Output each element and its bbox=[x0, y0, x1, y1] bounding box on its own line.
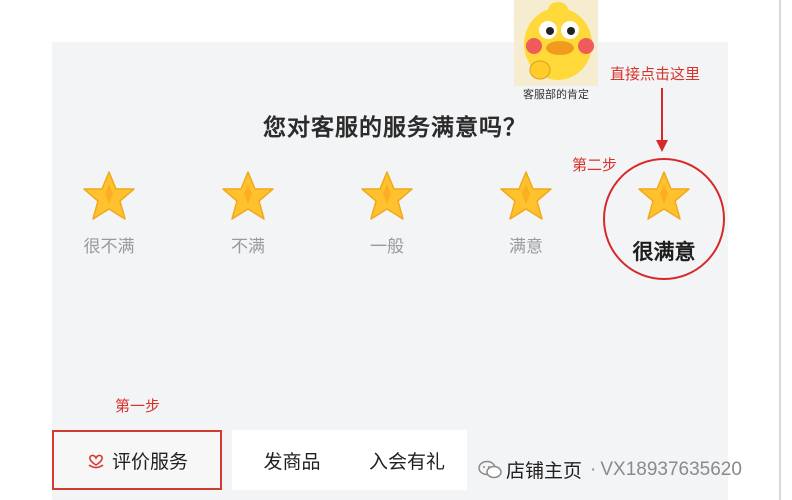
down-arrow-icon bbox=[652, 88, 672, 159]
sticker-caption: 客服部的肯定 bbox=[523, 89, 589, 101]
click-here-note: 直接点击这里 bbox=[610, 66, 701, 83]
tab-label: 入会有礼 bbox=[368, 451, 445, 473]
star-icon bbox=[222, 171, 274, 220]
rating-option-neutral[interactable]: 一般 bbox=[347, 170, 427, 257]
tab-label: 发商品 bbox=[263, 451, 321, 473]
rating-option-satisfied[interactable]: 满意 bbox=[486, 170, 566, 257]
watermark-separator: · bbox=[590, 458, 597, 480]
star-icon bbox=[361, 171, 413, 220]
edge-divider bbox=[779, 0, 781, 500]
step-two-note: 第二步 bbox=[572, 157, 618, 174]
tab-rate-service[interactable]: 评价服务 bbox=[52, 430, 222, 490]
watermark-text: VX18937635620 bbox=[600, 458, 742, 480]
heart-hand-icon bbox=[86, 450, 106, 470]
wechat-icon bbox=[478, 460, 502, 480]
tab-membership-gift[interactable]: 入会有礼 bbox=[347, 430, 467, 490]
star-icon bbox=[83, 171, 135, 220]
tab-store-home[interactable]: 店铺主页 bbox=[506, 456, 582, 483]
tab-label: 评价服务 bbox=[111, 451, 188, 473]
star-icon bbox=[500, 171, 552, 220]
rating-option-very-dissatisfied[interactable]: 很不满 bbox=[69, 170, 149, 257]
tab-post-product[interactable]: 发商品 bbox=[232, 430, 352, 490]
step-one-note: 第一步 bbox=[115, 398, 161, 415]
highlight-circle bbox=[603, 158, 725, 280]
survey-question: 您对客服的服务满意吗？ bbox=[263, 114, 527, 140]
rating-option-label: 满意 bbox=[509, 237, 543, 256]
duck-sticker-image bbox=[514, 0, 598, 86]
rating-option-label: 一般 bbox=[370, 237, 404, 256]
rating-option-dissatisfied[interactable]: 不满 bbox=[208, 170, 288, 257]
rating-option-label: 很不满 bbox=[83, 237, 135, 256]
rating-option-label: 不满 bbox=[231, 237, 265, 256]
watermark: 店铺主页 · VX18937635620 bbox=[478, 456, 742, 483]
